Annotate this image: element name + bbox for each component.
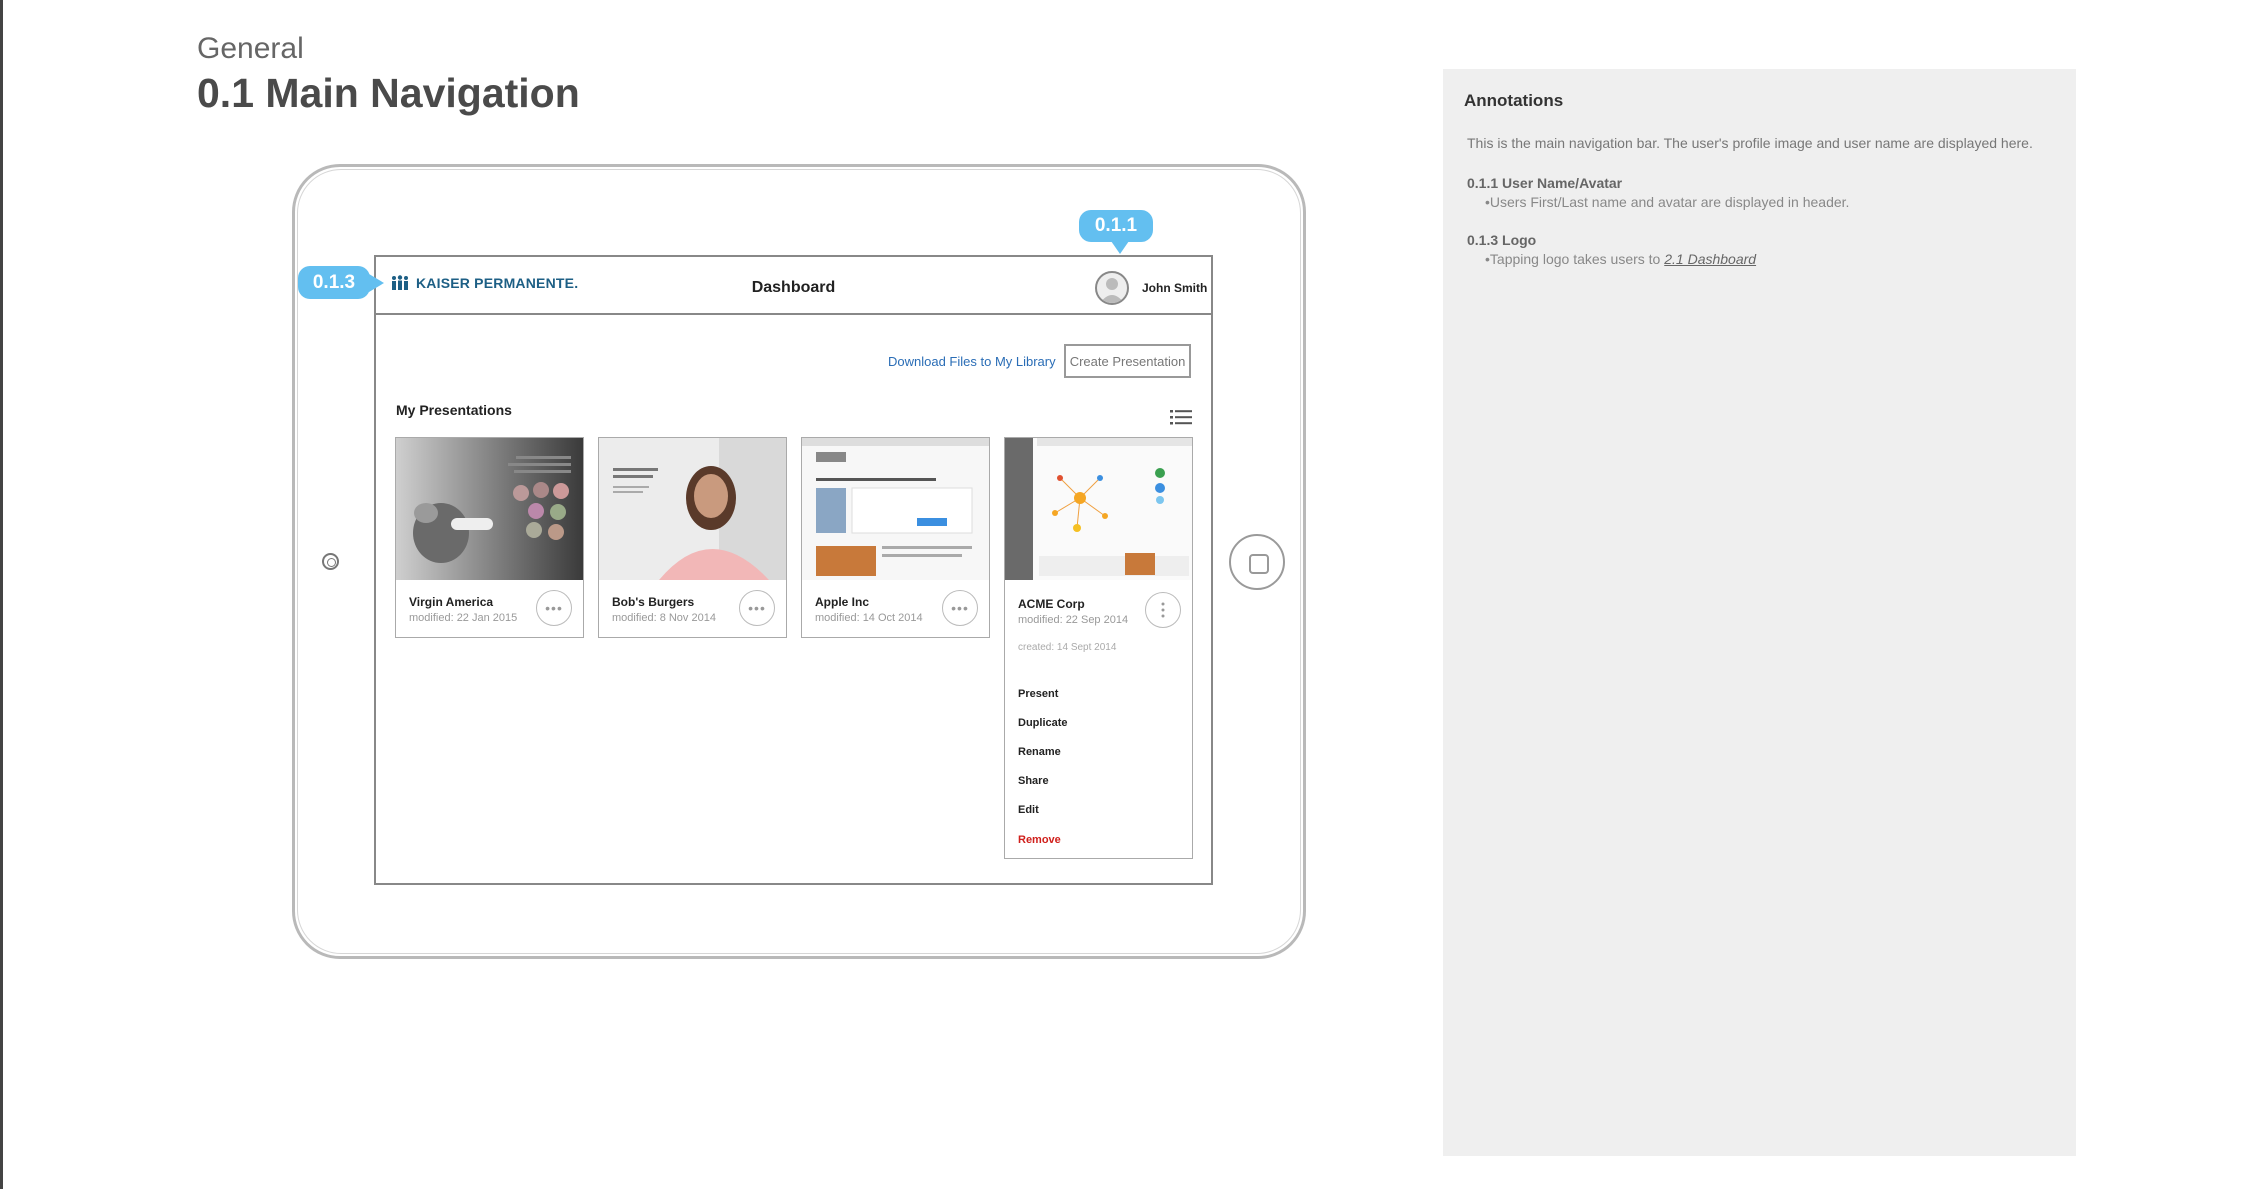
page-border: [0, 0, 3, 1189]
download-files-link[interactable]: Download Files to My Library: [888, 354, 1056, 369]
menu-item-duplicate[interactable]: Duplicate: [1018, 717, 1068, 729]
page-title: 0.1 Main Navigation: [197, 70, 580, 116]
menu-item-rename[interactable]: Rename: [1018, 746, 1061, 758]
card-title: ACME Corp: [1018, 597, 1085, 611]
callout-0-1-3: 0.1.3: [298, 266, 384, 299]
home-button[interactable]: [1229, 534, 1285, 590]
user-name[interactable]: John Smith: [1142, 281, 1207, 295]
presentation-thumbnail: [1005, 438, 1192, 580]
dashboard-link[interactable]: 2.1 Dashboard: [1664, 251, 1756, 267]
presentation-card-acme-corp[interactable]: ACME Corp modified: 22 Sep 2014 created:…: [1004, 437, 1193, 859]
nav-bar: KAISER PERMANENTE. Dashboard John Smith: [376, 257, 1211, 315]
annotation-heading-logo: 0.1.3 Logo: [1467, 232, 1537, 248]
card-modified-date: modified: 8 Nov 2014: [612, 612, 716, 624]
more-options-button-vertical[interactable]: [1145, 592, 1181, 628]
section-label: General: [197, 32, 304, 65]
app-screen: KAISER PERMANENTE. Dashboard John Smith …: [374, 255, 1213, 885]
vertical-ellipsis-icon: [1161, 602, 1165, 618]
annotation-bullet-logo: •Tapping logo takes users to 2.1 Dashboa…: [1485, 251, 1756, 267]
more-options-button[interactable]: •••: [536, 590, 572, 626]
menu-item-present[interactable]: Present: [1018, 688, 1058, 700]
card-modified-date: modified: 22 Sep 2014: [1018, 614, 1129, 626]
card-modified-date: modified: 14 Oct 2014: [815, 612, 923, 624]
annotations-intro: This is the main navigation bar. The use…: [1467, 135, 2033, 151]
user-silhouette-icon: [1100, 278, 1124, 303]
annotation-heading-user: 0.1.1 User Name/Avatar: [1467, 175, 1623, 191]
list-view-icon[interactable]: [1170, 408, 1192, 428]
presentation-thumbnail: [396, 438, 583, 580]
presentation-card-apple-inc[interactable]: Apple Inc modified: 14 Oct 2014 •••: [801, 437, 990, 638]
card-modified-date: modified: 22 Jan 2015: [409, 612, 518, 624]
card-created-date: created: 14 Sept 2014: [1018, 642, 1117, 653]
annotation-bullet-text: •Tapping logo takes users to: [1485, 251, 1665, 267]
presentation-card-bobs-burgers[interactable]: Bob's Burgers modified: 8 Nov 2014 •••: [598, 437, 787, 638]
camera-icon: [322, 553, 339, 570]
presentation-thumbnail: [802, 438, 989, 580]
annotation-bullet-user: •Users First/Last name and avatar are di…: [1485, 194, 1850, 210]
callout-0-1-1: 0.1.1: [1079, 210, 1153, 254]
annotations-title: Annotations: [1464, 91, 1564, 110]
card-title: Apple Inc: [815, 595, 870, 609]
presentation-thumbnail: [599, 438, 786, 580]
presentation-card-virgin-america[interactable]: Virgin America modified: 22 Jan 2015 •••: [395, 437, 584, 638]
annotations-panel: Annotations This is the main navigation …: [1443, 69, 2076, 1156]
create-presentation-button[interactable]: Create Presentation: [1064, 344, 1191, 378]
card-title: Virgin America: [409, 595, 494, 609]
screen-title: Dashboard: [751, 279, 836, 296]
avatar[interactable]: [1095, 271, 1129, 305]
menu-item-remove[interactable]: Remove: [1018, 834, 1061, 846]
card-title: Bob's Burgers: [612, 595, 695, 609]
more-options-button[interactable]: •••: [739, 590, 775, 626]
menu-item-share[interactable]: Share: [1018, 775, 1049, 787]
more-options-button[interactable]: •••: [942, 590, 978, 626]
menu-item-edit[interactable]: Edit: [1018, 804, 1039, 816]
my-presentations-heading: My Presentations: [396, 402, 512, 418]
